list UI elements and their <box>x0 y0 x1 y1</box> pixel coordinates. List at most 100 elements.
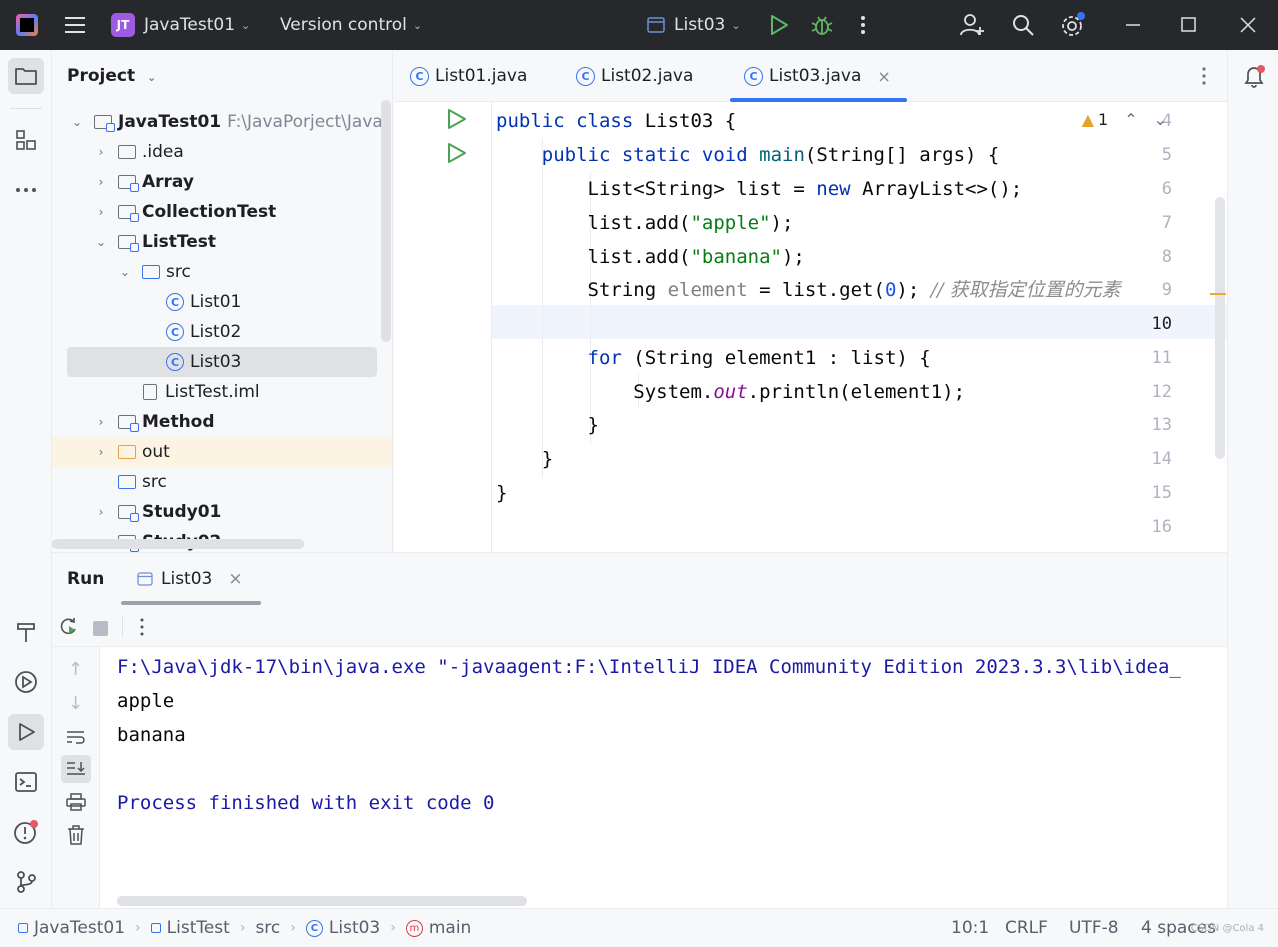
close-window-icon[interactable] <box>1239 16 1257 34</box>
breadcrumb-item[interactable]: ListTest <box>167 918 230 938</box>
run-icon[interactable] <box>768 14 790 36</box>
vcs-menu[interactable]: Version control ⌄ <box>280 0 422 50</box>
debug-icon[interactable] <box>810 13 834 37</box>
next-highlight-icon[interactable]: ⌄ <box>1154 110 1167 129</box>
tree-item-label: Method <box>142 412 215 432</box>
tree-item-method[interactable]: › Method <box>52 407 392 437</box>
code-line-6: List<String> list = new ArrayList<>(); <box>496 178 1023 200</box>
run-tab-list03[interactable]: List03 × <box>121 553 261 605</box>
tree-item-array[interactable]: › Array <box>52 167 392 197</box>
tree-item-javatest01[interactable]: ⌄ JavaTest01 F:\JavaPorject\Java <box>52 107 392 137</box>
print-icon[interactable] <box>66 793 86 811</box>
soft-wrap-icon[interactable] <box>66 729 86 745</box>
minimize-icon[interactable] <box>1124 13 1142 37</box>
java-class-icon: C <box>166 323 184 341</box>
tab-actions-icon[interactable] <box>1197 66 1211 86</box>
run-tab-label: List03 <box>161 569 213 589</box>
tree-item-out[interactable]: › out <box>52 437 392 467</box>
tree-item-study01[interactable]: › Study01 <box>52 497 392 527</box>
terminal-tool-button[interactable] <box>8 764 44 800</box>
tree-item-listtest-src[interactable]: ⌄ src <box>52 257 392 287</box>
console-horizontal-scrollbar[interactable] <box>117 896 527 906</box>
close-tab-icon[interactable]: × <box>877 67 890 86</box>
add-user-icon[interactable] <box>960 13 986 37</box>
line-separator[interactable]: CRLF <box>1005 909 1048 947</box>
project-panel-title[interactable]: Project ⌄ <box>67 66 156 86</box>
arrow-up-icon[interactable]: ↑ <box>68 659 83 680</box>
run-config-name: List03 <box>674 15 726 35</box>
services-tool-button[interactable] <box>8 664 44 700</box>
breadcrumb-item[interactable]: main <box>429 918 471 938</box>
close-tab-icon[interactable]: × <box>228 569 242 589</box>
editor-tab-bar: C List01.java C List02.java C List03.jav… <box>394 50 1227 102</box>
problems-tool-button[interactable] <box>8 814 44 850</box>
tree-item-label: .idea <box>142 142 184 162</box>
main-menu-icon[interactable] <box>63 14 87 36</box>
maximize-icon[interactable] <box>1180 16 1198 34</box>
stop-icon[interactable] <box>93 621 108 636</box>
tree-item-list02[interactable]: C List02 <box>52 317 392 347</box>
line-number: 14 <box>1151 449 1172 469</box>
tab-list03-java[interactable]: C List03.java × <box>730 50 907 102</box>
intellij-logo-icon[interactable] <box>16 14 38 36</box>
build-tool-button[interactable] <box>8 614 44 650</box>
tab-list02-java[interactable]: C List02.java <box>576 50 693 102</box>
project-switcher[interactable]: JT JavaTest01 ⌄ <box>111 0 250 50</box>
run-class-gutter-icon[interactable] <box>446 108 468 130</box>
chevron-right-icon: › <box>98 145 104 159</box>
breadcrumb-item[interactable]: List03 <box>329 918 380 938</box>
warning-icon: ▲ <box>1081 110 1094 129</box>
rerun-icon[interactable] <box>58 617 80 637</box>
tree-item-src[interactable]: src <box>52 467 392 497</box>
tab-list01-java[interactable]: C List01.java <box>410 50 527 102</box>
chevron-expanded-icon: ⌄ <box>71 115 83 129</box>
breadcrumb-item[interactable]: JavaTest01 <box>34 918 125 938</box>
run-config-selector[interactable]: List03 ⌄ <box>647 0 741 50</box>
terminal-icon <box>15 772 37 792</box>
module-folder-icon <box>94 115 115 132</box>
title-bar: JT JavaTest01 ⌄ Version control ⌄ List03… <box>0 0 1278 50</box>
tree-item-list03[interactable]: C List03 <box>67 347 377 377</box>
tree-item-collectiontest[interactable]: › CollectionTest <box>52 197 392 227</box>
settings-gear-icon[interactable] <box>1060 12 1086 38</box>
editor-vertical-scrollbar[interactable] <box>1215 197 1225 459</box>
breadcrumb-item[interactable]: src <box>255 918 280 938</box>
more-actions-icon[interactable] <box>856 15 870 37</box>
file-encoding[interactable]: UTF-8 <box>1069 909 1119 947</box>
structure-tool-button[interactable] <box>8 122 44 158</box>
java-class-icon: C <box>744 66 763 86</box>
tree-item-label: List01 <box>190 292 242 312</box>
caret-position[interactable]: 10:1 <box>951 909 989 947</box>
source-folder-icon <box>118 475 136 489</box>
more-actions-icon[interactable] <box>136 617 148 637</box>
tree-vertical-scrollbar[interactable] <box>381 100 391 342</box>
warning-stripe-marker[interactable] <box>1210 293 1226 295</box>
more-tools-button[interactable] <box>8 172 44 208</box>
scroll-to-end-button[interactable] <box>61 755 91 783</box>
tree-horizontal-scrollbar[interactable] <box>52 539 304 549</box>
search-icon[interactable] <box>1011 13 1035 37</box>
tree-item-label: List03 <box>190 352 242 372</box>
left-tool-strip <box>0 50 52 908</box>
tree-item-idea[interactable]: › .idea <box>52 137 392 167</box>
line-number: 8 <box>1161 247 1172 267</box>
arrow-down-icon[interactable]: ↓ <box>68 693 83 714</box>
notifications-bell-icon[interactable] <box>1242 64 1266 90</box>
run-tool-window: Run List03 × ↑ ↓ F:\Java\jdk-17\bin\java… <box>52 552 1227 909</box>
run-tool-button[interactable] <box>8 714 44 750</box>
code-line-8: list.add("banana"); <box>496 246 805 268</box>
previous-highlight-icon[interactable]: ⌃ <box>1124 110 1137 129</box>
code-line-11: for (String element1 : list) { <box>587 347 931 369</box>
tree-item-listtest-iml[interactable]: ListTest.iml <box>52 377 392 407</box>
tree-item-listtest[interactable]: ⌄ ListTest <box>52 227 392 257</box>
tree-item-label: Study01 <box>142 502 222 522</box>
run-main-gutter-icon[interactable] <box>446 142 468 164</box>
trash-icon[interactable] <box>67 825 85 845</box>
module-folder-icon <box>118 415 139 432</box>
module-folder-icon <box>118 505 139 522</box>
code-editor[interactable]: 4 5 6 7 8 9 10 11 12 13 14 15 16 public … <box>394 102 1227 552</box>
inspection-widget[interactable]: ▲ 1 ⌃ ⌄ <box>1082 110 1167 129</box>
tree-item-list01[interactable]: C List01 <box>52 287 392 317</box>
git-tool-button[interactable] <box>8 864 44 900</box>
project-tool-button[interactable] <box>8 58 44 94</box>
